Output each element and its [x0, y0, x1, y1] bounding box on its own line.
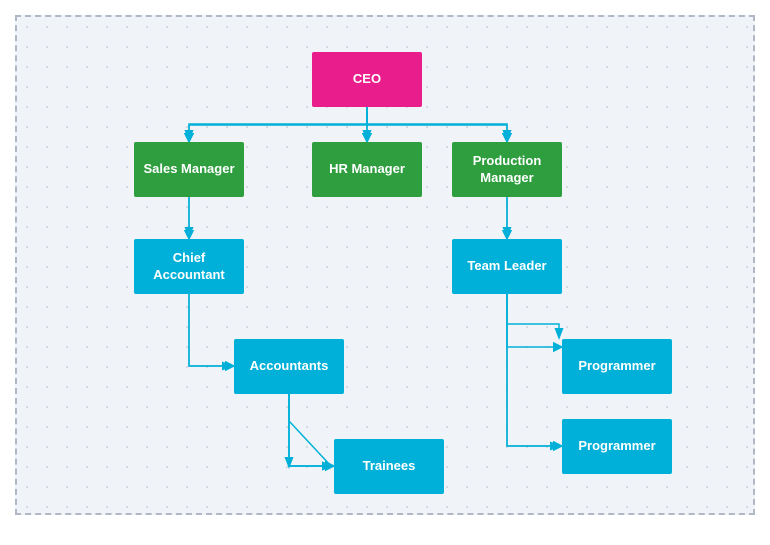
node-programmer2[interactable]: Programmer	[562, 419, 672, 474]
node-programmer1-label: Programmer	[578, 358, 655, 375]
node-chief-accountant[interactable]: Chief Accountant	[134, 239, 244, 294]
node-ceo-label: CEO	[353, 71, 381, 88]
node-programmer1[interactable]: Programmer	[562, 339, 672, 394]
node-accountants[interactable]: Accountants	[234, 339, 344, 394]
node-hr-label: HR Manager	[329, 161, 405, 178]
node-production-label: Production Manager	[458, 153, 556, 187]
node-teamleader-label: Team Leader	[467, 258, 546, 275]
node-ceo[interactable]: CEO	[312, 52, 422, 107]
node-sales-label: Sales Manager	[143, 161, 234, 178]
org-chart-canvas: CEO Sales Manager HR Manager Production …	[15, 15, 755, 515]
node-trainees[interactable]: Trainees	[334, 439, 444, 494]
node-chief-label: Chief Accountant	[140, 250, 238, 284]
node-trainees-label: Trainees	[363, 458, 416, 475]
node-team-leader[interactable]: Team Leader	[452, 239, 562, 294]
node-accountants-label: Accountants	[250, 358, 329, 375]
node-sales-manager[interactable]: Sales Manager	[134, 142, 244, 197]
node-production-manager[interactable]: Production Manager	[452, 142, 562, 197]
node-hr-manager[interactable]: HR Manager	[312, 142, 422, 197]
node-programmer2-label: Programmer	[578, 438, 655, 455]
